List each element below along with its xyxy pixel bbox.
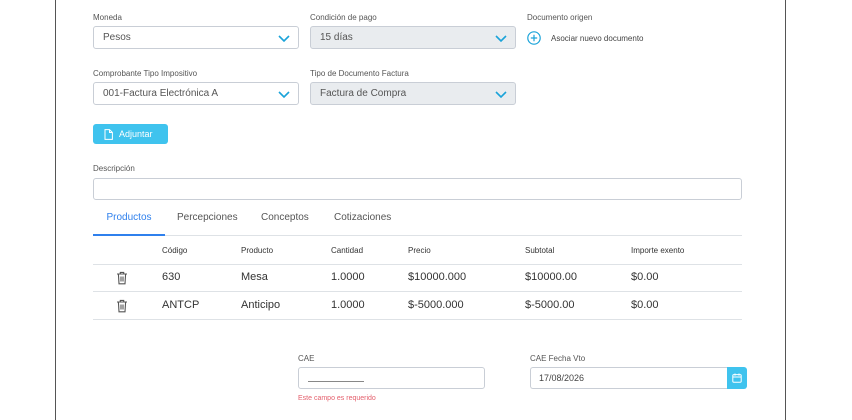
cae-error-message: Este campo es requerido: [298, 395, 376, 402]
header-producto: Producto: [241, 246, 274, 255]
descripcion-label: Descripción: [93, 164, 135, 173]
chevron-down-icon: [278, 91, 290, 99]
tipo-documento-label: Tipo de Documento Factura: [310, 69, 409, 78]
cae-vto-input[interactable]: 17/08/2026: [530, 367, 727, 389]
file-icon: [104, 128, 113, 140]
cae-vto-label: CAE Fecha Vto: [530, 354, 586, 363]
tab-percepciones[interactable]: Percepciones: [177, 207, 238, 236]
tipo-documento-value: Factura de Compra: [320, 88, 407, 99]
moneda-label: Moneda: [93, 13, 122, 22]
chevron-down-icon: [278, 35, 290, 43]
header-precio: Precio: [408, 246, 431, 255]
trash-icon[interactable]: [116, 271, 128, 285]
condicion-pago-value: 15 días: [320, 32, 353, 43]
add-document-link[interactable]: Asociar nuevo documento: [527, 31, 644, 45]
add-document-label: Asociar nuevo documento: [551, 33, 644, 43]
frame-border-right: [785, 0, 786, 420]
cae-label: CAE: [298, 354, 315, 363]
condicion-pago-select[interactable]: 15 días: [310, 26, 516, 49]
moneda-select[interactable]: Pesos: [93, 26, 299, 49]
chevron-down-icon: [495, 35, 507, 43]
cae-input[interactable]: [298, 367, 485, 389]
cell-importe-exento: $0.00: [631, 299, 659, 311]
cell-precio: $10000.000: [408, 271, 467, 283]
cell-cantidad: 1.0000: [331, 271, 365, 283]
header-importe-exento: Importe exento: [631, 246, 685, 255]
cell-codigo: ANTCP: [162, 299, 200, 311]
header-subtotal: Subtotal: [525, 246, 555, 255]
cell-importe-exento: $0.00: [631, 271, 659, 283]
tipo-documento-select[interactable]: Factura de Compra: [310, 82, 516, 105]
table-header: Código Producto Cantidad Precio Subtotal…: [93, 237, 742, 265]
calendar-icon: [732, 373, 742, 383]
comprobante-select[interactable]: 001-Factura Electrónica A: [93, 82, 299, 105]
cell-codigo: 630: [162, 271, 181, 283]
cell-producto: Anticipo: [241, 299, 281, 311]
cell-cantidad: 1.0000: [331, 299, 365, 311]
documento-origen-label: Documento origen: [527, 13, 593, 22]
table-row: ANTCP Anticipo 1.0000 $-5000.000 $-5000.…: [93, 292, 742, 320]
table-row: 630 Mesa 1.0000 $10000.000 $10000.00 $0.…: [93, 264, 742, 292]
cell-subtotal: $10000.00: [525, 271, 577, 283]
header-codigo: Código: [162, 246, 188, 255]
chevron-down-icon: [495, 91, 507, 99]
comprobante-label: Comprobante Tipo Impositivo: [93, 69, 198, 78]
condicion-pago-label: Condición de pago: [310, 13, 377, 22]
frame-border-left: [55, 0, 56, 420]
cell-producto: Mesa: [241, 271, 268, 283]
plus-circle-icon: [527, 31, 541, 45]
cell-precio: $-5000.000: [408, 299, 464, 311]
attach-label: Adjuntar: [119, 129, 153, 139]
tab-conceptos[interactable]: Conceptos: [261, 207, 309, 236]
tab-cotizaciones[interactable]: Cotizaciones: [334, 207, 391, 236]
tab-bar: Productos Percepciones Conceptos Cotizac…: [93, 207, 742, 236]
cae-input-mask: [308, 381, 364, 382]
comprobante-value: 001-Factura Electrónica A: [103, 88, 219, 99]
cell-subtotal: $-5000.00: [525, 299, 575, 311]
header-cantidad: Cantidad: [331, 246, 364, 255]
moneda-value: Pesos: [103, 32, 131, 43]
trash-icon[interactable]: [116, 299, 128, 313]
attach-button[interactable]: Adjuntar: [93, 124, 168, 144]
descripcion-input[interactable]: [93, 178, 742, 200]
calendar-button[interactable]: [727, 367, 747, 389]
tab-productos[interactable]: Productos: [93, 207, 165, 236]
